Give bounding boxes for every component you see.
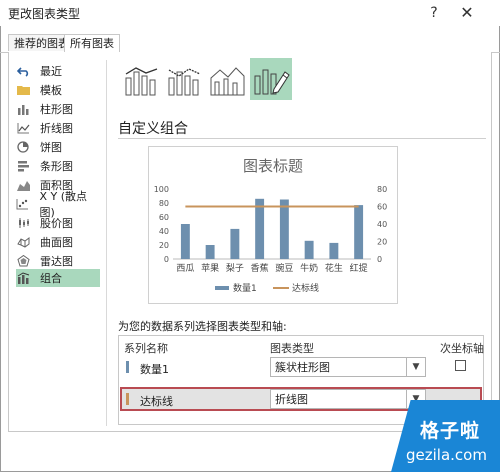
sidebar-item-label: 模板 [40,84,62,97]
x-tick-label: 香蕉 [251,262,269,274]
x-tick-label: 苹果 [201,262,219,274]
combo-type-stacked-area-column-button[interactable] [208,60,248,100]
series-color-swatch [126,361,129,373]
x-tick-label: 豌豆 [275,262,293,274]
sidebar-item-scatter[interactable]: X Y (散点图) [16,190,100,219]
legend-swatch-bar [215,286,229,290]
y-right-tick-label: 0 [377,255,382,264]
x-tick-label: 梨子 [226,262,244,274]
help-button[interactable]: ? [424,3,444,23]
bar [180,224,190,259]
bar-chart-icon [16,159,30,173]
chart-type-select-1[interactable]: 簇状柱形图 ▼ [270,357,426,377]
custom-combo-pencil-icon [254,69,290,95]
sidebar-divider [106,60,107,426]
combo-type-clustered-column-line-button[interactable] [122,60,162,100]
close-button[interactable]: ✕ [454,3,480,23]
header-series-name: 系列名称 [124,342,168,355]
chart-type-value: 折线图 [275,393,308,406]
dialog-title: 更改图表类型 [8,7,81,21]
series-name-2: 达标线 [140,395,173,408]
y-right-tick-label: 20 [377,238,387,247]
x-tick-label: 西瓜 [176,263,194,274]
y-right-tick-label: 40 [377,220,387,229]
chart-preview: 图表标题 0 20 40 60 80 100 0 20 40 60 80 西瓜 苹果 梨子 香蕉 豌豆 牛奶花… [148,146,398,304]
series-instruction: 为您的数据系列选择图表类型和轴: [118,320,287,333]
radar-chart-icon [16,254,30,268]
series-color-swatch [126,393,129,405]
bar [354,205,364,259]
sidebar-item-combo[interactable]: 组合 [16,269,100,287]
series-name-1: 数量1 [140,363,169,376]
column-line-secondary-icon [168,68,201,96]
legend-label: 达标线 [292,282,319,294]
bar [255,198,265,259]
sidebar-item-radar[interactable]: 雷达图 [16,252,100,270]
bar [205,245,215,259]
area-chart-icon [16,178,30,192]
sidebar-item-pie[interactable]: 饼图 [16,138,100,156]
sidebar-item-label: 雷达图 [40,255,73,268]
sidebar-item-label: 曲面图 [40,236,73,249]
sidebar-item-templates[interactable]: 模板 [16,81,100,99]
y-left-tick-label: 0 [164,255,169,264]
section-divider [118,138,486,139]
sidebar-item-label: 条形图 [40,160,73,173]
watermark-url: gezila.com [406,446,487,464]
sidebar-item-recent[interactable]: 最近 [16,62,100,80]
x-tick-label: 红提 [350,262,368,274]
y-left-tick-label: 100 [154,185,169,194]
stock-chart-icon [16,216,30,230]
surface-chart-icon [16,235,30,249]
x-tick-label: 花生 [325,262,343,274]
sidebar-item-label: 饼图 [40,141,62,154]
sidebar-item-stock[interactable]: 股价图 [16,214,100,232]
bar [279,199,289,259]
line-chart-icon [16,121,30,135]
combo-type-column-line-secondary-button[interactable] [165,60,205,100]
folder-icon [16,83,30,97]
bar [230,228,240,259]
tab-all-charts[interactable]: 所有图表 [64,34,120,53]
scatter-chart-icon [16,197,29,211]
watermark-text: 格子啦 [420,420,481,442]
x-tick-label: 牛奶 [300,262,318,274]
sidebar-item-label: 折线图 [40,122,73,135]
y-left-tick-label: 60 [159,213,169,222]
sidebar-item-column[interactable]: 柱形图 [16,100,100,118]
undo-icon [16,64,30,78]
sidebar-item-label: 组合 [40,272,62,285]
chart-type-value: 簇状柱形图 [275,361,330,374]
bar [304,240,314,259]
sidebar-item-label: 股价图 [40,217,73,230]
column-chart-icon [16,102,30,116]
chevron-down-icon[interactable]: ▼ [406,358,425,376]
y-right-tick-label: 80 [377,185,387,194]
combo-chart-icon [16,271,30,285]
combo-type-custom-button[interactable] [250,58,292,100]
y-right-tick-label: 60 [377,203,387,212]
sidebar-item-surface[interactable]: 曲面图 [16,233,100,251]
y-left-tick-label: 80 [159,199,169,208]
sidebar-item-line[interactable]: 折线图 [16,119,100,137]
chart-svg: 图表标题 0 20 40 60 80 100 0 20 40 60 80 西瓜 苹果 梨子 香蕉 豌豆 牛奶花… [154,157,387,294]
y-left-tick-label: 40 [159,227,169,236]
header-chart-type: 图表类型 [270,342,314,355]
chart-title: 图表标题 [243,157,303,175]
chart-type-select-2[interactable]: 折线图 ▼ [270,389,426,409]
sidebar-item-bar[interactable]: 条形图 [16,157,100,175]
stacked-area-column-icon [210,67,245,96]
bar [329,242,339,259]
legend-label: 数量1 [233,282,257,294]
header-secondary-axis: 次坐标轴 [440,342,484,355]
secondary-axis-checkbox-1[interactable] [455,360,466,371]
section-title: 自定义组合 [118,121,188,137]
clustered-column-line-icon [125,67,158,96]
y-left-tick-label: 20 [159,241,169,250]
sidebar-item-label: 最近 [40,65,62,78]
sidebar-item-label: 柱形图 [40,103,73,116]
pie-chart-icon [16,140,30,154]
